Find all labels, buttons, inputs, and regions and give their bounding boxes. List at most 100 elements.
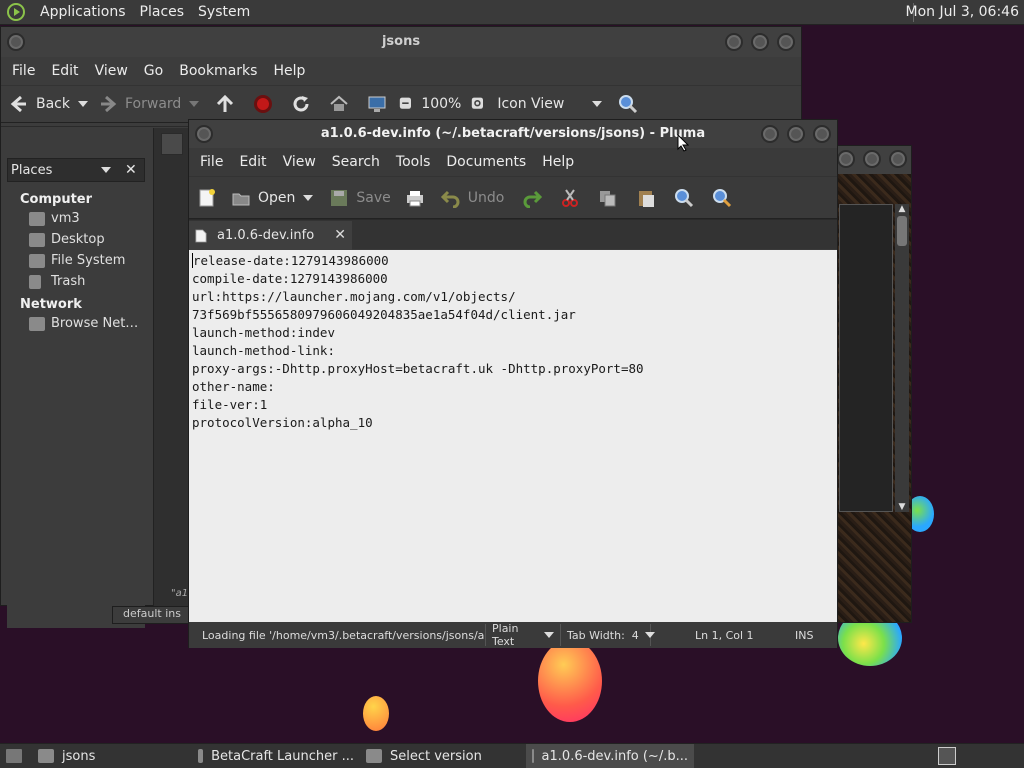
open-button[interactable]: Open (231, 188, 314, 208)
zoom-out-icon[interactable] (399, 94, 415, 114)
taskbar-item-betacraft-launcher[interactable]: BetaCraft Launcher ... (192, 744, 360, 768)
chevron-down-icon[interactable] (303, 194, 314, 201)
sidebar-item-vm3[interactable]: vm3 (7, 207, 145, 228)
pluma-menubar: File Edit View Search Tools Documents He… (189, 148, 837, 176)
pluma-titlebar[interactable]: a1.0.6-dev.info (~/.betacraft/versions/j… (189, 120, 837, 152)
zoom-in-icon[interactable] (471, 94, 487, 114)
fm-menu-bookmarks[interactable]: Bookmarks (171, 63, 265, 79)
close-button[interactable] (889, 150, 907, 168)
find-replace-icon[interactable] (712, 188, 732, 208)
new-document-icon[interactable] (197, 188, 217, 208)
sidebar-item-browse-network[interactable]: Browse Net… (7, 312, 145, 333)
pluma-menu-view[interactable]: View (275, 154, 324, 170)
pluma-menu-search[interactable]: Search (324, 154, 388, 170)
close-button[interactable] (777, 33, 795, 51)
path-bar-icon[interactable] (161, 133, 183, 155)
document-tab-label: a1.0.6-dev.info (217, 228, 315, 243)
window-menu-button[interactable] (7, 33, 25, 51)
drive-icon (29, 253, 45, 268)
pluma-menu-edit[interactable]: Edit (231, 154, 274, 170)
pluma-menu-tools[interactable]: Tools (388, 154, 439, 170)
home-icon[interactable] (329, 94, 349, 114)
arrow-left-icon (10, 95, 26, 113)
scroll-up-arrow-icon[interactable]: ▲ (895, 204, 909, 214)
arrow-up-icon[interactable] (215, 94, 235, 114)
places-selector[interactable]: Places (11, 163, 101, 178)
fm-menu-go[interactable]: Go (136, 63, 171, 79)
show-desktop-icon[interactable] (6, 749, 22, 763)
search-icon[interactable] (618, 94, 638, 114)
pluma-toolbar: Open Save Undo (189, 176, 837, 219)
scroll-down-arrow-icon[interactable]: ▼ (895, 502, 909, 512)
language-select[interactable]: Plain Text (485, 622, 561, 648)
document-tab[interactable]: a1.0.6-dev.info ✕ (189, 221, 352, 250)
window-menu-button[interactable] (195, 125, 213, 143)
sidebar-item-desktop[interactable]: Desktop (7, 228, 145, 249)
chevron-down-icon (544, 632, 554, 638)
computer-icon[interactable] (367, 94, 387, 114)
cut-icon[interactable] (560, 188, 580, 208)
minimize-button[interactable] (837, 150, 855, 168)
text-editor-area[interactable]: release-date:1279143986000 compile-date:… (189, 250, 837, 622)
file-view-pane[interactable] (153, 128, 193, 606)
view-mode-select[interactable]: Icon View (497, 96, 603, 112)
print-icon[interactable] (405, 188, 425, 208)
fm-menu-help[interactable]: Help (265, 63, 313, 79)
places-header[interactable]: Places ✕ (7, 158, 145, 182)
file-manager-titlebar[interactable]: jsons (1, 27, 801, 57)
sidebar-item-label: File System (51, 253, 126, 268)
copy-icon[interactable] (598, 188, 618, 208)
reload-icon[interactable] (291, 94, 311, 114)
sidebar-item-file-system[interactable]: File System (7, 249, 145, 270)
paste-icon[interactable] (636, 188, 656, 208)
taskbar-item-pluma[interactable]: a1.0.6-dev.info (~/.b... (526, 743, 694, 768)
chevron-down-icon[interactable] (189, 101, 200, 107)
redo-icon[interactable] (522, 188, 543, 208)
forward-button[interactable]: Forward (98, 94, 200, 114)
taskbar-item-label: BetaCraft Launcher ... (211, 748, 354, 764)
fm-menu-file[interactable]: File (4, 63, 43, 79)
scroll-thumb[interactable] (897, 216, 907, 246)
undo-button[interactable]: Undo (440, 188, 504, 208)
chevron-down-icon[interactable] (78, 101, 88, 107)
pluma-menu-documents[interactable]: Documents (438, 154, 534, 170)
taskbar-item-jsons[interactable]: jsons (32, 744, 192, 768)
save-button[interactable]: Save (329, 188, 391, 208)
clock[interactable]: Mon Jul 3, 06:46 (906, 4, 1019, 20)
close-button[interactable] (813, 125, 831, 143)
sidebar-item-label: Desktop (51, 232, 105, 247)
taskbar-item-select-version[interactable]: Select version (360, 744, 526, 768)
close-tab-icon[interactable]: ✕ (334, 227, 346, 243)
version-list-panel[interactable] (839, 204, 893, 512)
select-version-titlebar[interactable] (837, 146, 911, 174)
minimize-button[interactable] (761, 125, 779, 143)
pluma-menu-help[interactable]: Help (534, 154, 582, 170)
menu-applications[interactable]: Applications (33, 4, 133, 20)
minimize-button[interactable] (725, 33, 743, 51)
background-window-strip: default ins (112, 606, 192, 624)
save-label: Save (356, 189, 391, 206)
close-sidebar-icon[interactable]: ✕ (125, 162, 137, 178)
tab-width-label: Tab Width: 4 (567, 628, 639, 642)
stop-icon[interactable] (253, 94, 273, 114)
tab-width-select[interactable]: Tab Width: 4 (561, 624, 655, 646)
fm-menu-view[interactable]: View (87, 63, 136, 79)
fm-menu-edit[interactable]: Edit (43, 63, 86, 79)
sidebar-item-trash[interactable]: Trash (7, 270, 145, 291)
find-icon[interactable] (674, 188, 694, 208)
menu-places[interactable]: Places (133, 4, 192, 20)
version-list-scrollbar[interactable]: ▲ ▼ (895, 204, 909, 512)
chevron-down-icon[interactable] (101, 167, 111, 173)
maximize-button[interactable] (863, 150, 881, 168)
taskbar-item-label: Select version (390, 748, 482, 764)
back-button[interactable]: Back (9, 94, 88, 114)
maximize-button[interactable] (787, 125, 805, 143)
workspace-switcher[interactable] (938, 747, 956, 765)
menu-system[interactable]: System (191, 4, 257, 20)
text-line: url:https://launcher.mojang.com/v1/objec… (192, 289, 516, 304)
maximize-button[interactable] (751, 33, 769, 51)
pluma-menu-file[interactable]: File (192, 154, 231, 170)
distro-logo-icon[interactable] (7, 3, 25, 21)
document-tabs: a1.0.6-dev.info ✕ (189, 219, 837, 250)
pluma-window: a1.0.6-dev.info (~/.betacraft/versions/j… (188, 119, 838, 648)
